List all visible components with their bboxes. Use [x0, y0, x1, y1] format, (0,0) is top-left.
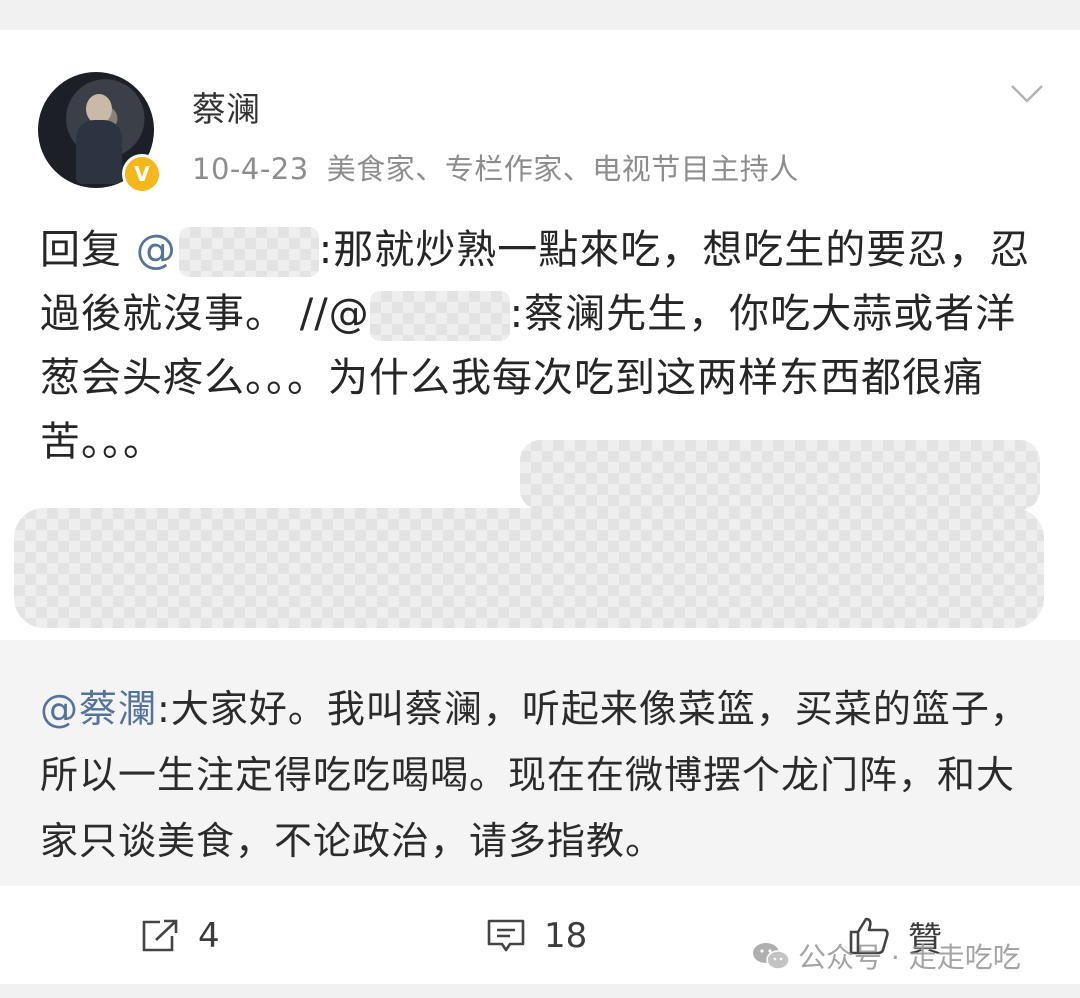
verified-badge-icon: V	[122, 154, 162, 194]
quoted-post[interactable]: @蔡瀾:大家好。我叫蔡澜，听起来像菜篮，买菜的篮子，所以一生注定得吃吃喝喝。现在…	[0, 640, 1080, 886]
comment-count: 18	[544, 916, 588, 956]
quoted-author-mention[interactable]: @蔡瀾	[40, 687, 157, 731]
share-count: 4	[198, 916, 220, 956]
post-meta: 10-4-23 美食家、专栏作家、电视节目主持人	[192, 146, 799, 188]
author-description: 美食家、专栏作家、电视节目主持人	[326, 152, 799, 186]
redacted-content	[14, 508, 1044, 628]
quoted-text: :大家好。我叫蔡澜，听起来像菜篮，买菜的篮子，所以一生注定得吃吃喝喝。现在在微博…	[40, 687, 1029, 863]
redacted-content	[520, 440, 1040, 510]
watermark-text: 公众号 · 走走吃吃	[798, 941, 1021, 974]
post-date: 10-4-23	[192, 152, 309, 186]
forward-separator: //@	[286, 291, 370, 337]
reply-prefix: 回复	[40, 227, 136, 273]
author-name[interactable]: 蔡澜	[192, 82, 260, 131]
watermark: 公众号 · 走走吃吃	[752, 936, 1021, 976]
comment-icon	[487, 919, 525, 952]
chevron-down-icon[interactable]	[1010, 82, 1044, 106]
redacted-username	[369, 291, 510, 341]
redacted-username	[178, 227, 319, 277]
wechat-icon	[753, 943, 790, 970]
share-icon	[142, 919, 178, 952]
comment-button[interactable]: 18	[486, 914, 587, 958]
share-button[interactable]: 4	[140, 914, 220, 958]
avatar-figure	[76, 120, 122, 184]
post-body: 回复 @:那就炒熟一點來吃，想吃生的要忍，忍過後就沒事。 //@:蔡澜先生，你吃…	[40, 218, 1040, 474]
reply-mention[interactable]: @	[136, 227, 177, 273]
quoted-post-text: @蔡瀾:大家好。我叫蔡澜，听起来像菜篮，买菜的篮子，所以一生注定得吃吃喝喝。现在…	[40, 676, 1040, 874]
weibo-post-card: V 蔡澜 10-4-23 美食家、专栏作家、电视节目主持人 回复 @:那就炒熟一點…	[0, 30, 1080, 984]
